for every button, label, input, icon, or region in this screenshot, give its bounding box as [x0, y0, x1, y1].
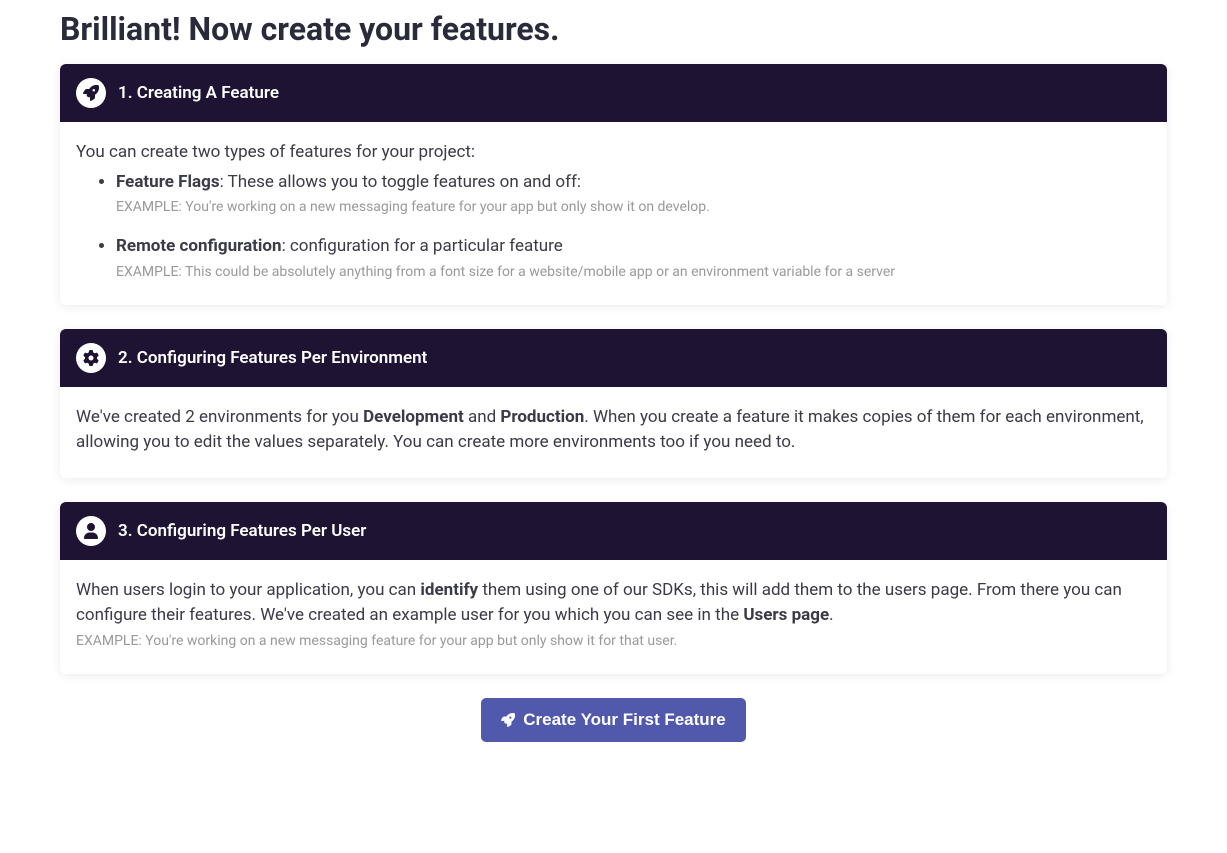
section-header: 2. Configuring Features Per Environment	[60, 329, 1167, 387]
text-part: .	[829, 605, 833, 625]
intro-text: You can create two types of features for…	[76, 140, 1151, 166]
feature-name: Feature Flags	[116, 172, 220, 192]
page-title: Brilliant! Now create your features.	[60, 10, 1167, 48]
create-first-feature-button[interactable]: Create Your First Feature	[481, 698, 746, 742]
section-body: We've created 2 environments for you Dev…	[60, 387, 1167, 478]
section-body: When users login to your application, yo…	[60, 560, 1167, 674]
cta-label: Create Your First Feature	[523, 710, 726, 730]
bold-text: identify	[420, 580, 478, 600]
bold-text: Production	[500, 407, 584, 427]
section-creating-feature: 1. Creating A Feature You can create two…	[60, 64, 1167, 305]
section-title: 2. Configuring Features Per Environment	[118, 348, 427, 368]
bold-text: Users page	[743, 605, 829, 625]
feature-list: Feature Flags: These allows you to toggl…	[76, 170, 1151, 283]
feature-desc: : These allows you to toggle features on…	[220, 172, 581, 192]
rocket-icon	[76, 78, 106, 108]
cta-wrapper: Create Your First Feature	[60, 698, 1167, 742]
section-configuring-user: 3. Configuring Features Per User When us…	[60, 502, 1167, 674]
example-text: EXAMPLE: This could be absolutely anythi…	[116, 262, 1151, 283]
section-configuring-environment: 2. Configuring Features Per Environment …	[60, 329, 1167, 478]
section-header: 1. Creating A Feature	[60, 64, 1167, 122]
text-part: and	[464, 407, 501, 427]
body-text: We've created 2 environments for you Dev…	[76, 405, 1151, 456]
gear-icon	[76, 343, 106, 373]
text-part: When users login to your application, yo…	[76, 580, 420, 600]
example-text: EXAMPLE: You're working on a new messagi…	[76, 631, 1151, 652]
body-text: When users login to your application, yo…	[76, 578, 1151, 629]
section-title: 3. Configuring Features Per User	[118, 521, 366, 541]
section-body: You can create two types of features for…	[60, 122, 1167, 305]
example-text: EXAMPLE: You're working on a new messagi…	[116, 197, 1151, 218]
list-item: Feature Flags: These allows you to toggl…	[116, 170, 1151, 219]
user-icon	[76, 516, 106, 546]
bold-text: Development	[363, 407, 464, 427]
section-title: 1. Creating A Feature	[118, 83, 279, 103]
list-item: Remote configuration: configuration for …	[116, 234, 1151, 283]
feature-desc: : configuration for a particular feature	[282, 236, 563, 256]
text-part: We've created 2 environments for you	[76, 407, 363, 427]
feature-name: Remote configuration	[116, 236, 282, 256]
rocket-icon	[501, 713, 515, 727]
section-header: 3. Configuring Features Per User	[60, 502, 1167, 560]
